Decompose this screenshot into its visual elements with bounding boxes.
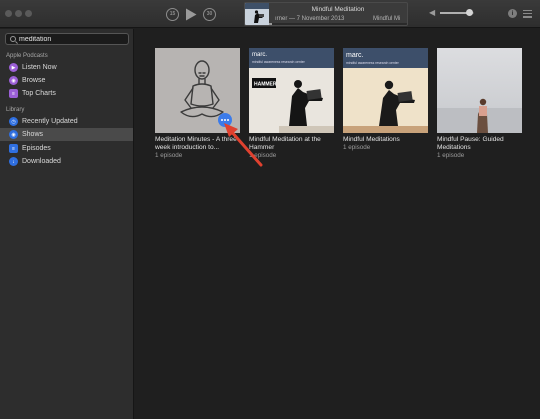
minimize-window-button[interactable] bbox=[15, 10, 22, 17]
sidebar-item-top-charts[interactable]: ≡ Top Charts bbox=[0, 87, 133, 100]
annotation-arrow-icon bbox=[224, 123, 263, 167]
now-playing-subtitle-right: Mindful Mi bbox=[373, 16, 401, 22]
show-title[interactable]: Mindful Meditations bbox=[343, 136, 431, 144]
art-subtitle-text: mindful awareness research center bbox=[346, 61, 400, 65]
play-circle-icon: ▶ bbox=[9, 63, 18, 72]
shows-icon: ◉ bbox=[9, 130, 18, 139]
sidebar-item-recently-updated[interactable]: ◷ Recently Updated bbox=[0, 115, 133, 128]
show-episode-count: 1 episode bbox=[437, 152, 465, 159]
now-playing-subtitle: ırner — 7 November 2013 bbox=[275, 16, 345, 22]
volume-control: ◀ bbox=[429, 8, 475, 17]
search-field[interactable] bbox=[5, 33, 129, 45]
sidebar-item-label: Downloaded bbox=[22, 158, 61, 165]
title-bar: 15 30 Mindful Meditation ırner — 7 Novem… bbox=[0, 0, 540, 28]
sidebar-item-episodes[interactable]: ≡ Episodes bbox=[0, 142, 133, 155]
episodes-icon: ≡ bbox=[9, 144, 18, 153]
search-icon bbox=[10, 36, 16, 42]
now-playing-artwork bbox=[245, 3, 269, 25]
download-icon: ↓ bbox=[9, 157, 18, 166]
playback-progress-fill bbox=[269, 23, 272, 25]
art-brand-text: marc. bbox=[252, 52, 267, 58]
podcast-icon: ◉ bbox=[9, 76, 18, 85]
zoom-window-button[interactable] bbox=[25, 10, 32, 17]
sidebar-item-label: Shows bbox=[22, 131, 44, 138]
skip-forward-label: 30 bbox=[206, 11, 213, 17]
list-icon: ≡ bbox=[9, 89, 18, 98]
show-title[interactable]: Mindful Pause: Guided Meditations bbox=[437, 136, 525, 152]
sidebar-item-label: Episodes bbox=[22, 145, 51, 152]
art-subtitle-text: mindful awareness research center bbox=[252, 60, 306, 64]
speaker-icon: ◀ bbox=[429, 8, 436, 17]
show-card-mindful-pause[interactable]: Mindful Pause: Guided Meditations 1 epis… bbox=[437, 48, 522, 160]
show-artwork bbox=[437, 48, 522, 133]
clock-icon: ◷ bbox=[9, 117, 18, 126]
art-brand-text: marc. bbox=[346, 52, 364, 59]
sidebar-item-label: Top Charts bbox=[22, 90, 56, 97]
close-window-button[interactable] bbox=[5, 10, 12, 17]
section-heading-library: Library bbox=[6, 107, 25, 113]
sidebar-item-browse[interactable]: ◉ Browse bbox=[0, 74, 133, 87]
sidebar-item-downloaded[interactable]: ↓ Downloaded bbox=[0, 155, 133, 168]
section-heading-apple-podcasts: Apple Podcasts bbox=[6, 53, 48, 59]
now-playing-display[interactable]: Mindful Meditation ırner — 7 November 20… bbox=[244, 2, 408, 26]
sidebar-item-label: Recently Updated bbox=[22, 118, 78, 125]
playback-controls: 15 30 bbox=[166, 6, 216, 22]
show-card-mindful-meditations[interactable]: marc. mindful awareness research center … bbox=[343, 48, 428, 152]
sidebar-item-label: Listen Now bbox=[22, 64, 57, 71]
play-icon bbox=[186, 8, 197, 20]
playback-progress-bar[interactable] bbox=[269, 23, 407, 25]
play-button[interactable] bbox=[185, 8, 197, 21]
now-playing-title: Mindful Meditation bbox=[311, 6, 365, 13]
sidebar: Apple Podcasts ▶ Listen Now ◉ Browse ≡ T… bbox=[0, 29, 134, 419]
sidebar-item-shows[interactable]: ◉ Shows bbox=[0, 128, 133, 141]
skip-back-label: 15 bbox=[169, 11, 176, 17]
volume-fill bbox=[440, 12, 470, 14]
show-artwork: marc. mindful awareness research center bbox=[343, 48, 428, 133]
sidebar-item-label: Browse bbox=[22, 77, 46, 84]
search-input[interactable] bbox=[19, 34, 123, 44]
volume-knob[interactable] bbox=[466, 9, 474, 16]
show-episode-count: 1 episode bbox=[343, 144, 371, 151]
art-tag-text: HAMMER bbox=[254, 82, 277, 88]
volume-slider[interactable] bbox=[440, 9, 475, 16]
up-next-list-icon[interactable] bbox=[523, 10, 532, 18]
info-icon[interactable]: i bbox=[508, 9, 517, 18]
sidebar-item-listen-now[interactable]: ▶ Listen Now bbox=[0, 61, 133, 74]
skip-forward-button[interactable]: 30 bbox=[203, 7, 216, 21]
skip-back-button[interactable]: 15 bbox=[166, 7, 179, 21]
